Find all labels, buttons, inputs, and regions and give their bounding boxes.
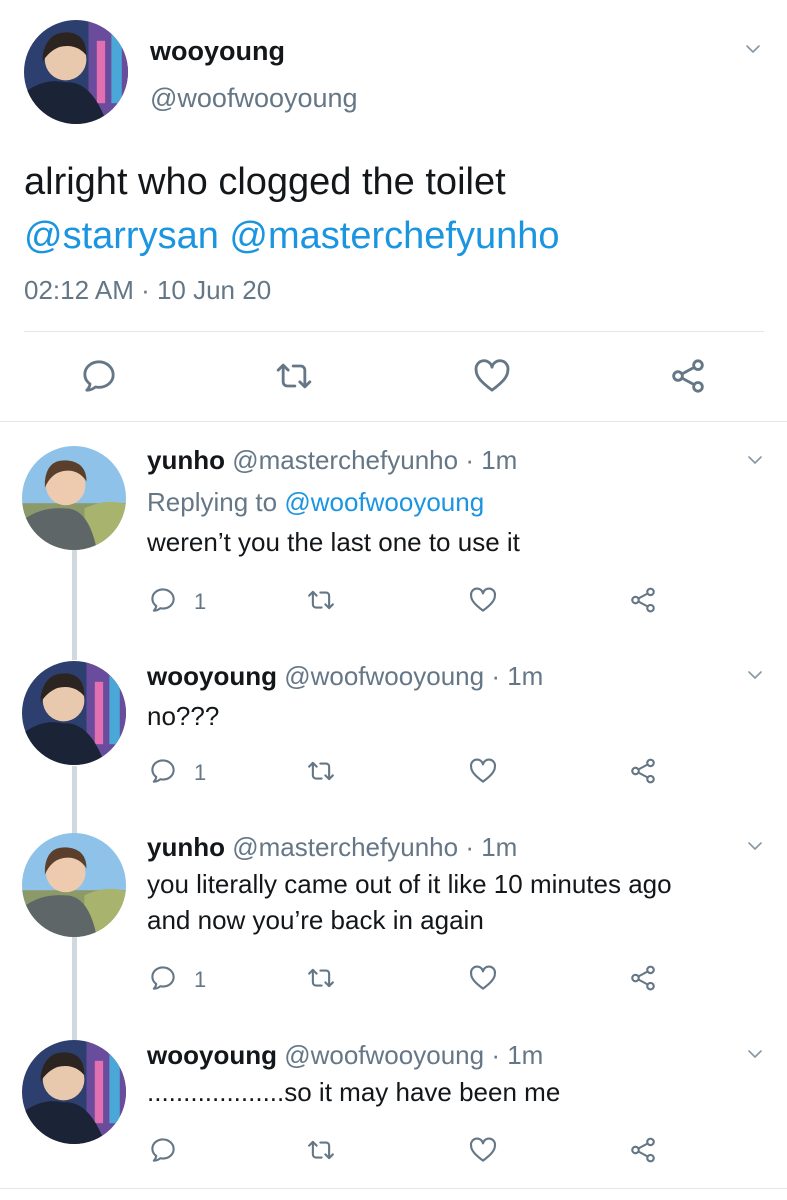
reply-header: yunho @masterchefyunho · 1m — [147, 832, 517, 863]
separator-dot: · — [491, 1040, 500, 1070]
reply-avatar[interactable] — [22, 833, 126, 937]
mention-link-masterchefyunho[interactable]: @masterchefyunho — [229, 215, 559, 257]
author-avatar[interactable] — [24, 20, 128, 124]
retweet-icon[interactable] — [306, 1135, 336, 1165]
avatar-image — [22, 661, 126, 765]
retweet-icon[interactable] — [306, 963, 336, 993]
reply-icon[interactable] — [148, 963, 178, 993]
reply-text: you literally came out of it like 10 min… — [147, 866, 672, 938]
separator-dot: · — [465, 832, 474, 862]
heart-icon[interactable] — [468, 963, 498, 993]
reply-text: no??? — [147, 698, 219, 734]
reply-avatar[interactable] — [22, 446, 126, 550]
separator-dot: · — [491, 661, 500, 691]
reply-time[interactable]: 1m — [481, 445, 517, 475]
divider — [0, 1188, 787, 1189]
retweet-icon[interactable] — [274, 356, 314, 396]
heart-icon[interactable] — [468, 1135, 498, 1165]
reply-author-handle[interactable]: @woofwooyoung — [284, 661, 484, 691]
share-icon[interactable] — [628, 756, 658, 786]
reply-text-line: no??? — [147, 701, 220, 731]
reply-icon[interactable] — [148, 756, 178, 786]
author-handle[interactable]: @woofwooyoung — [150, 83, 358, 114]
reply-text-line: you literally came out of it like 10 min… — [147, 869, 672, 899]
chevron-down-icon[interactable] — [746, 837, 764, 855]
reply-avatar[interactable] — [22, 661, 126, 765]
share-icon[interactable] — [628, 1135, 658, 1165]
reply-author-name[interactable]: wooyoung — [147, 661, 277, 691]
reply-author-handle[interactable]: @masterchefyunho — [232, 832, 458, 862]
reply-header: yunho @masterchefyunho · 1m — [147, 445, 517, 476]
reply-time[interactable]: 1m — [481, 832, 517, 862]
reply-author-name[interactable]: yunho — [147, 832, 225, 862]
reply-text-line: and now you’re back in again — [147, 905, 484, 935]
reply-count: 1 — [194, 589, 207, 614]
heart-icon[interactable] — [472, 356, 512, 396]
reply-count: 1 — [194, 967, 207, 992]
share-icon[interactable] — [628, 585, 658, 615]
reply-text: weren’t you the last one to use it — [147, 524, 520, 560]
tweet-mentions: @starrysan @masterchefyunho — [24, 209, 559, 263]
retweet-icon[interactable] — [306, 585, 336, 615]
tweet-text: alright who clogged the toilet @starrysa… — [24, 155, 559, 263]
divider — [24, 331, 764, 332]
chevron-down-icon[interactable] — [746, 666, 764, 684]
reply-text: ...................so it may have been m… — [147, 1074, 560, 1110]
chevron-down-icon[interactable] — [744, 40, 762, 58]
replying-to-label: Replying to — [147, 487, 278, 517]
author-name[interactable]: wooyoung — [150, 36, 285, 67]
share-icon[interactable] — [668, 356, 708, 396]
chevron-down-icon[interactable] — [746, 1045, 764, 1063]
reply-author-handle[interactable]: @woofwooyoung — [284, 1040, 484, 1070]
reply-header: wooyoung @woofwooyoung · 1m — [147, 1040, 543, 1071]
heart-icon[interactable] — [468, 585, 498, 615]
divider — [0, 421, 787, 422]
reply-text-line: ...................so it may have been m… — [147, 1077, 561, 1107]
thread-line — [72, 766, 77, 834]
avatar-image — [22, 446, 126, 550]
avatar-image — [22, 833, 126, 937]
reply-text-line: weren’t you the last one to use it — [147, 527, 520, 557]
tweet-text-line: alright who clogged the toilet — [24, 161, 506, 203]
reply-icon[interactable] — [79, 356, 119, 396]
thread-line — [72, 550, 77, 660]
avatar-image — [22, 1040, 126, 1144]
reply-icon[interactable] — [148, 1135, 178, 1165]
mention-link-starrysan[interactable]: @starrysan — [24, 215, 219, 257]
reply-avatar[interactable] — [22, 1040, 126, 1144]
replying-to-line: Replying to @woofwooyoung — [147, 487, 484, 518]
retweet-icon[interactable] — [306, 756, 336, 786]
heart-icon[interactable] — [468, 756, 498, 786]
replying-to-link[interactable]: @woofwooyoung — [284, 487, 484, 517]
reply-count: 1 — [194, 760, 207, 785]
reply-author-handle[interactable]: @masterchefyunho — [232, 445, 458, 475]
thread-line — [72, 937, 77, 1040]
reply-icon[interactable] — [148, 585, 178, 615]
share-icon[interactable] — [628, 963, 658, 993]
reply-time[interactable]: 1m — [507, 1040, 543, 1070]
separator-dot: · — [465, 445, 474, 475]
reply-author-name[interactable]: wooyoung — [147, 1040, 277, 1070]
tweet-timestamp[interactable]: 02:12 AM · 10 Jun 20 — [24, 275, 271, 306]
reply-time[interactable]: 1m — [507, 661, 543, 691]
reply-author-name[interactable]: yunho — [147, 445, 225, 475]
chevron-down-icon[interactable] — [746, 451, 764, 469]
reply-header: wooyoung @woofwooyoung · 1m — [147, 661, 543, 692]
avatar-image — [24, 20, 128, 124]
